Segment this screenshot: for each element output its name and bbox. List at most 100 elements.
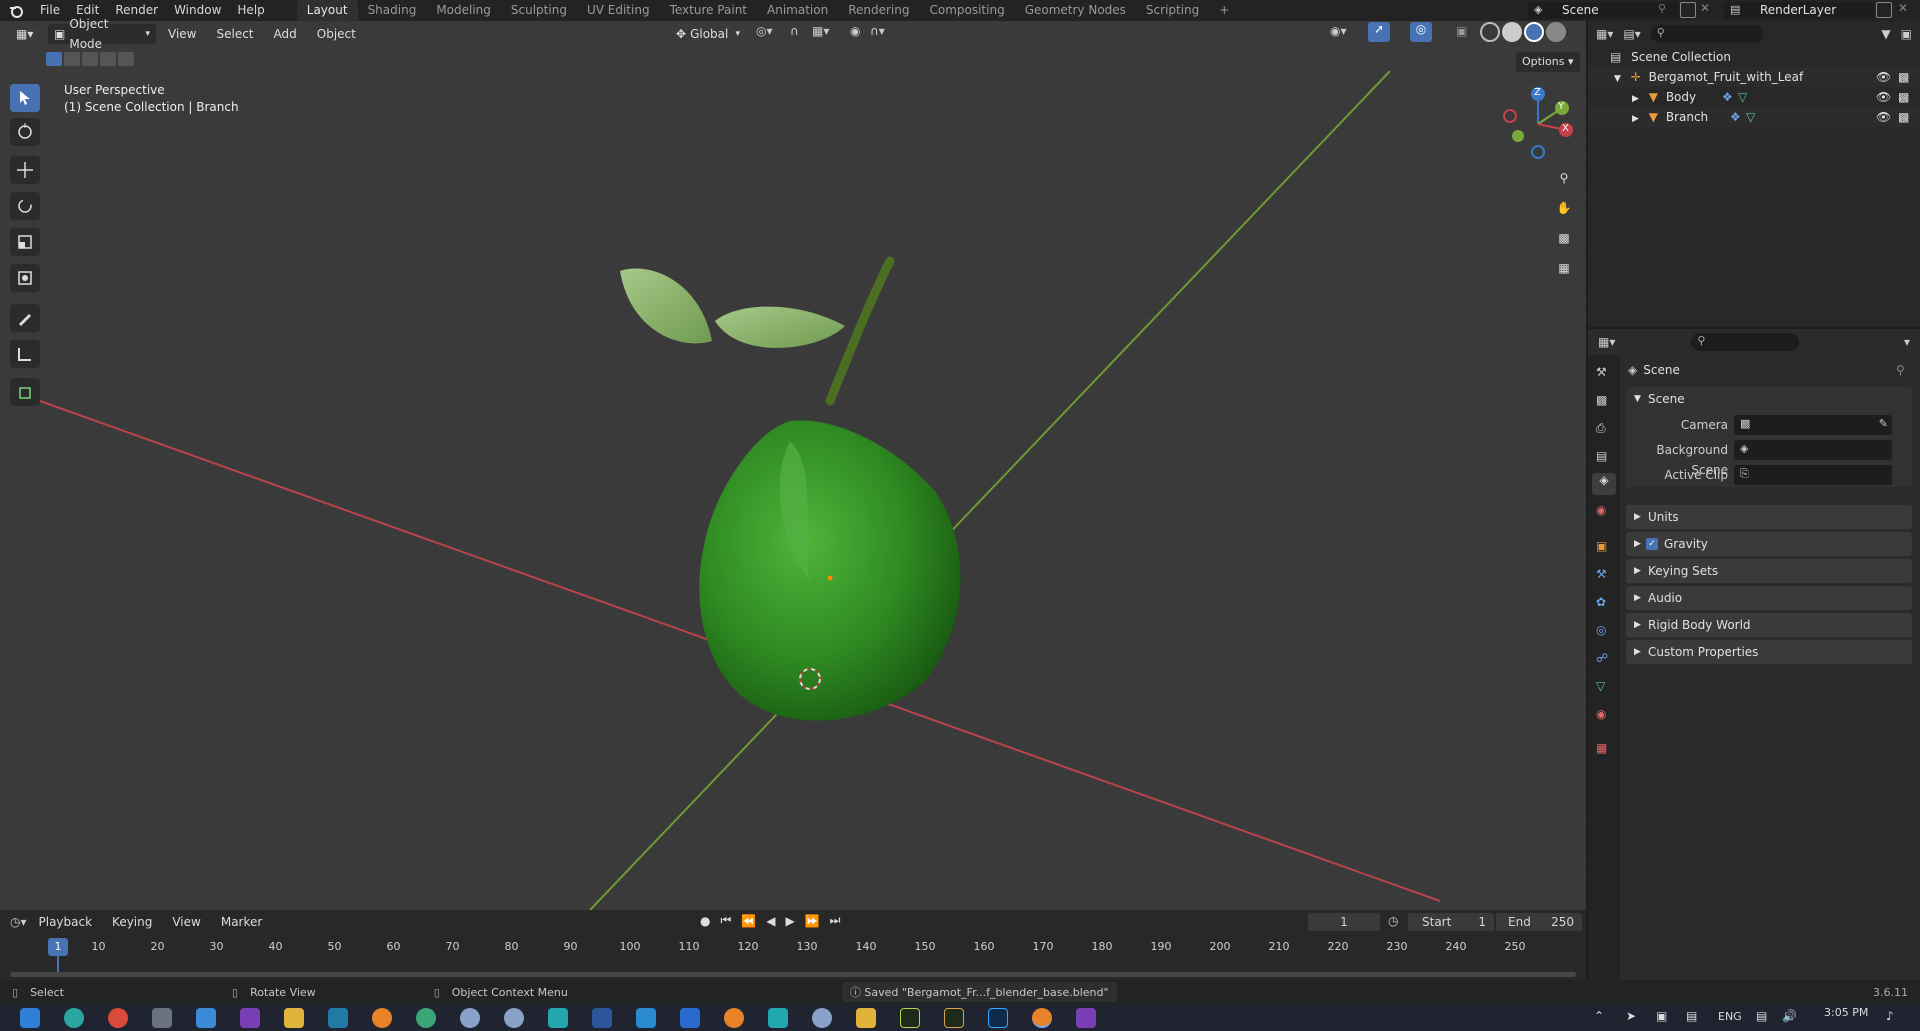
play-reverse-icon[interactable]: ◀: [766, 914, 775, 928]
modifier-icon[interactable]: ❖: [1722, 87, 1733, 107]
scale-tool[interactable]: [10, 228, 40, 256]
add-cube-tool[interactable]: [10, 378, 40, 406]
app-circle-icon[interactable]: [460, 1008, 480, 1028]
timeline-scrollbar[interactable]: [10, 972, 1576, 977]
tab-scripting[interactable]: Scripting: [1136, 0, 1209, 21]
app-circle3-icon[interactable]: [812, 1008, 832, 1028]
playhead[interactable]: 1: [48, 938, 68, 956]
camera-render-icon[interactable]: ▩: [1898, 67, 1909, 87]
next-keyframe-icon[interactable]: ⏩: [805, 914, 820, 928]
view-layer-selector[interactable]: ▤ RenderLayer: [1724, 2, 1874, 19]
file-explorer-icon[interactable]: [284, 1008, 304, 1028]
tab-animation[interactable]: Animation: [757, 0, 838, 21]
xray-icon[interactable]: ▣: [1456, 24, 1467, 38]
editor-type-icon[interactable]: ◷▾: [10, 915, 27, 929]
calculator-icon[interactable]: [152, 1008, 172, 1028]
app-circle2-icon[interactable]: [504, 1008, 524, 1028]
eye-icon[interactable]: 👁: [1876, 67, 1891, 87]
language-indicator[interactable]: ENG: [1718, 1010, 1742, 1023]
new-scene-icon[interactable]: [1680, 2, 1696, 18]
select-box-tool[interactable]: [10, 84, 40, 112]
rigid-body-world-panel[interactable]: ▶ Rigid Body World: [1626, 613, 1912, 637]
scene-tab-icon[interactable]: ◈: [1592, 473, 1616, 495]
wireframe-shading-icon[interactable]: [1480, 22, 1500, 42]
properties-search-input[interactable]: ⚲: [1691, 333, 1800, 351]
prev-keyframe-icon[interactable]: ⏪: [741, 914, 756, 928]
start-menu-icon[interactable]: [20, 1008, 40, 1028]
tab-compositing[interactable]: Compositing: [919, 0, 1014, 21]
expand-arrow-icon[interactable]: ▼: [1614, 74, 1621, 84]
tab-rendering[interactable]: Rendering: [838, 0, 919, 21]
blender2-taskbar-icon[interactable]: [724, 1008, 744, 1028]
chrome-browser-icon[interactable]: [108, 1008, 128, 1028]
close-view-layer-icon[interactable]: ✕: [1898, 1, 1908, 15]
keying-sets-panel[interactable]: ▶ Keying Sets: [1626, 559, 1912, 583]
view-layer-tab-icon[interactable]: ▤: [1596, 449, 1607, 463]
menu-window[interactable]: Window: [166, 0, 229, 21]
visual-studio-icon[interactable]: [1076, 1008, 1096, 1028]
onenote-icon[interactable]: [240, 1008, 260, 1028]
menu-add[interactable]: Add: [266, 24, 305, 44]
gravity-checkbox[interactable]: ✓: [1646, 538, 1658, 550]
render-tab-icon[interactable]: ▩: [1596, 393, 1607, 407]
display-mode-icon[interactable]: ▤▾: [1623, 27, 1640, 41]
menu-file[interactable]: File: [32, 0, 68, 21]
proportional-edit-icon[interactable]: ◉: [850, 24, 860, 38]
texture-tab-icon[interactable]: ▦: [1596, 741, 1607, 755]
data-tab-icon[interactable]: ▽: [1596, 679, 1605, 693]
save-report[interactable]: ⓘ Saved "Bergamot_Fr...f_blender_base.bl…: [841, 982, 1117, 1002]
particles-tab-icon[interactable]: ✿: [1596, 595, 1606, 609]
material-shading-icon[interactable]: [1524, 22, 1544, 42]
gravity-panel[interactable]: ▶ ✓ Gravity: [1626, 532, 1912, 556]
menu-select[interactable]: Select: [208, 24, 261, 44]
3d-viewport[interactable]: [0, 21, 1586, 910]
add-workspace-button[interactable]: +: [1209, 0, 1239, 21]
menu-help[interactable]: Help: [229, 0, 272, 21]
edge-browser-icon[interactable]: [64, 1008, 84, 1028]
move-tool[interactable]: [10, 156, 40, 184]
snap-target-icon[interactable]: ▦▾: [812, 24, 829, 38]
menu-timeline-view[interactable]: View: [164, 912, 208, 932]
eye-icon[interactable]: 👁: [1876, 87, 1891, 107]
filter-icon[interactable]: ▼: [1881, 27, 1890, 41]
eye-icon[interactable]: 👁: [1876, 107, 1891, 127]
gizmo-toggle-icon[interactable]: ➚: [1368, 22, 1390, 42]
scene-selector[interactable]: ◈ Scene ⚲: [1528, 2, 1678, 19]
clock-time[interactable]: 3:05 PM: [1824, 1006, 1868, 1019]
output-tab-icon[interactable]: ⎙: [1596, 421, 1606, 436]
blender-logo-icon[interactable]: [0, 0, 32, 21]
end-frame-field[interactable]: End 250: [1496, 913, 1582, 931]
record-icon[interactable]: ●: [700, 914, 710, 928]
custom-properties-panel[interactable]: ▶ Custom Properties: [1626, 640, 1912, 664]
background-scene-field[interactable]: ◈: [1734, 440, 1892, 460]
editor-type-icon[interactable]: ▦▾: [1596, 27, 1613, 41]
outliner-row-branch[interactable]: ▶ ▼ Branch ❖ ▽ 👁 ▩: [1588, 107, 1920, 127]
outliner-row-body[interactable]: ▶ ▼ Body ❖ ▽ 👁 ▩: [1588, 87, 1920, 107]
editor-type-button[interactable]: ▦▾: [10, 24, 44, 44]
rotate-tool[interactable]: [10, 192, 40, 220]
photoshop-icon[interactable]: [988, 1008, 1008, 1028]
modifier-tab-icon[interactable]: ⚒: [1596, 567, 1607, 581]
play-icon[interactable]: ▶: [785, 914, 794, 928]
tab-uv-editing[interactable]: UV Editing: [577, 0, 660, 21]
jump-end-icon[interactable]: ⏭: [830, 913, 841, 928]
tab-modeling[interactable]: Modeling: [426, 0, 501, 21]
zoom-view-button[interactable]: ⚲: [1552, 166, 1576, 190]
falloff-icon[interactable]: ∩▾: [870, 24, 885, 38]
app-3b-icon[interactable]: [680, 1008, 700, 1028]
camera-render-icon[interactable]: ▩: [1898, 107, 1909, 127]
camera-field[interactable]: ▩ ✎: [1734, 415, 1892, 435]
select-intersect-icon[interactable]: [118, 52, 134, 66]
annotate-tool[interactable]: [10, 304, 40, 332]
outliner-row-bergamot[interactable]: ▼ ✛ Bergamot_Fruit_with_Leaf 👁 ▩: [1588, 67, 1920, 87]
outliner-search-input[interactable]: ⚲: [1650, 25, 1763, 43]
new-collection-icon[interactable]: ▣: [1901, 27, 1912, 41]
substance-designer-icon[interactable]: [944, 1008, 964, 1028]
options-button[interactable]: Options ▾: [1516, 52, 1580, 72]
select-invert-icon[interactable]: [100, 52, 116, 66]
menu-view[interactable]: View: [160, 24, 204, 44]
app-spiral-icon[interactable]: [416, 1008, 436, 1028]
app-teal-icon[interactable]: [548, 1008, 568, 1028]
jump-start-icon[interactable]: ⏮: [720, 913, 731, 928]
app-folder-icon[interactable]: [856, 1008, 876, 1028]
